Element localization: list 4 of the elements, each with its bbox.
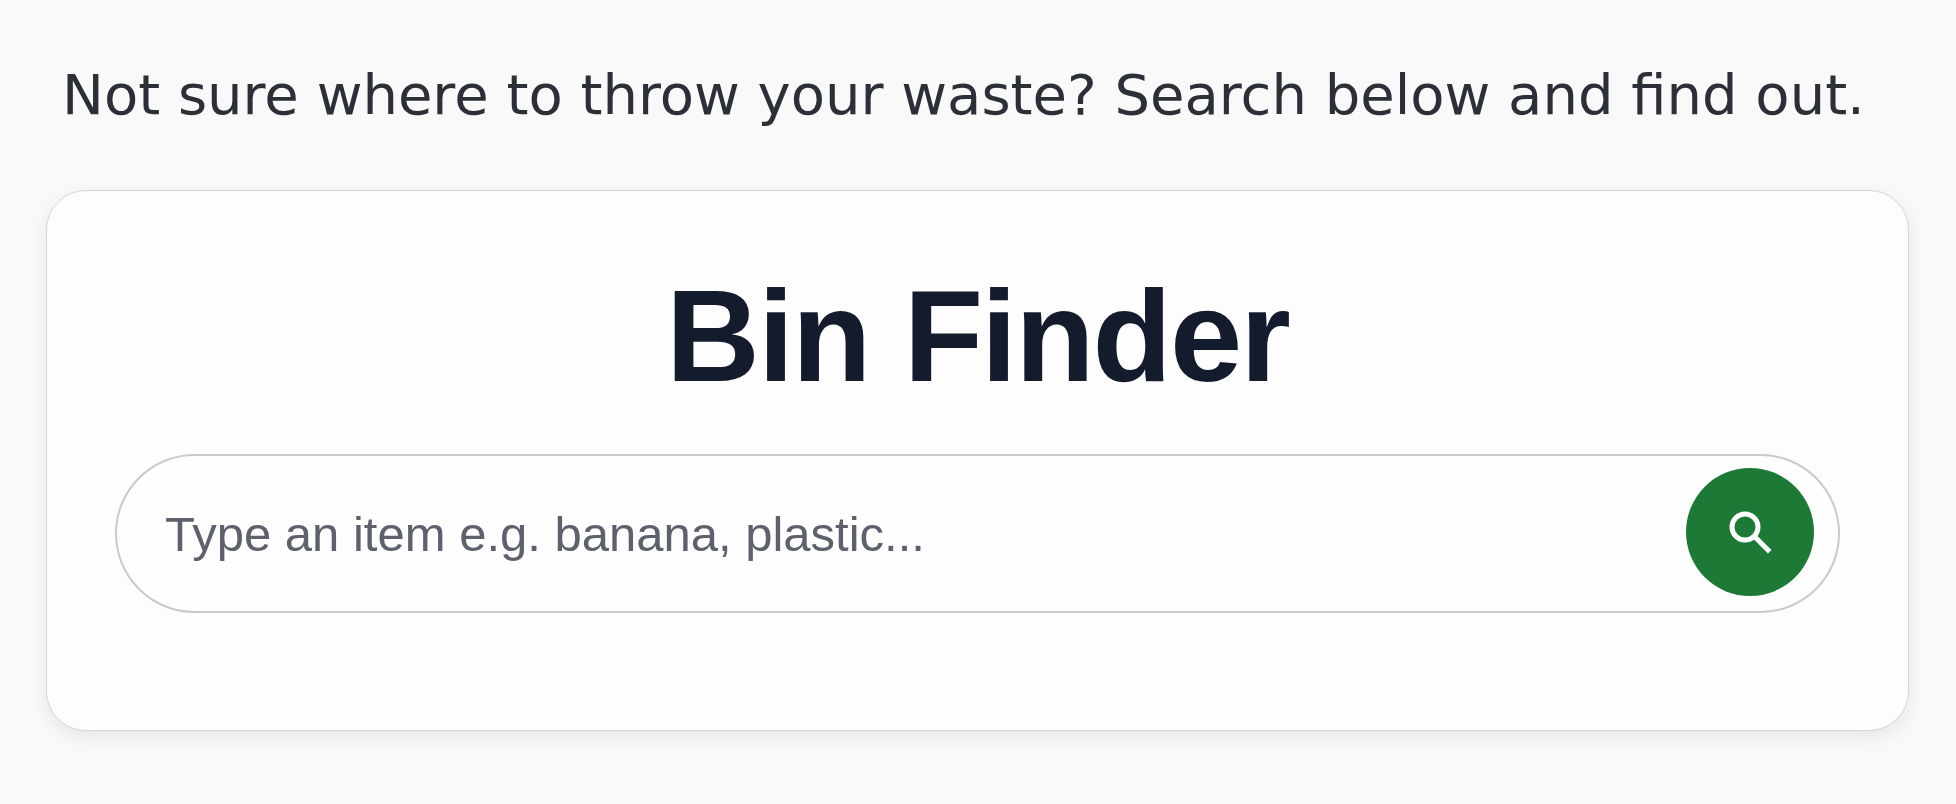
search-field[interactable]: Type an item e.g. banana, plastic... xyxy=(115,454,1840,613)
intro-text: Not sure where to throw your waste? Search below and find out. xyxy=(62,61,1866,129)
search-icon xyxy=(1728,510,1772,554)
app-title: Bin Finder xyxy=(665,265,1290,408)
